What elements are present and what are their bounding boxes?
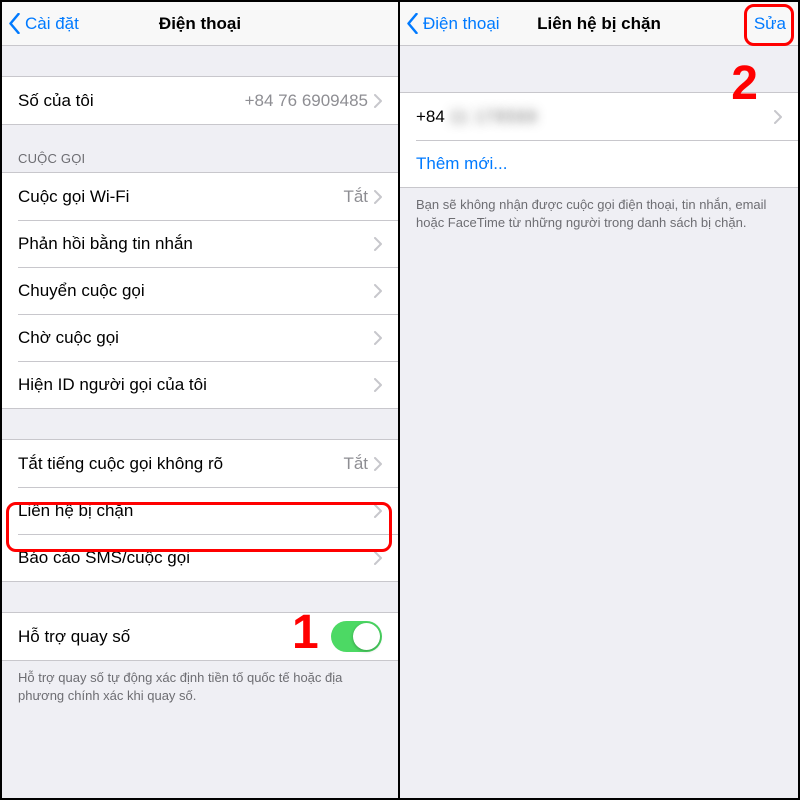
blocked-contacts-screen: Điện thoại Liên hệ bị chặn Sửa +84 11 17… xyxy=(400,2,798,798)
add-new-row[interactable]: Thêm mới... xyxy=(400,140,798,187)
chevron-right-icon xyxy=(374,237,382,251)
step-number-1: 1 xyxy=(292,605,319,660)
chevron-right-icon xyxy=(374,94,382,108)
chevron-right-icon xyxy=(774,110,782,124)
chevron-right-icon xyxy=(374,190,382,204)
call-waiting-row[interactable]: Chờ cuộc gọi xyxy=(2,314,398,361)
chevron-right-icon xyxy=(374,457,382,471)
my-number-row[interactable]: Số của tôi +84 76 6909485 xyxy=(2,77,398,124)
back-label: Điện thoại xyxy=(423,14,500,34)
phone-settings-screen: Cài đặt Điện thoại Số của tôi +84 76 690… xyxy=(2,2,400,798)
wifi-call-row[interactable]: Cuộc gọi Wi-Fi Tắt xyxy=(2,173,398,220)
chevron-right-icon xyxy=(374,504,382,518)
blocked-footnote: Bạn sẽ không nhận được cuộc gọi điện tho… xyxy=(400,188,798,247)
dial-assist-footnote: Hỗ trợ quay số tự động xác định tiền tố … xyxy=(2,661,398,720)
show-caller-id-row[interactable]: Hiện ID người gọi của tôi xyxy=(2,361,398,408)
navbar-right: Điện thoại Liên hệ bị chặn Sửa xyxy=(400,2,798,46)
dial-assist-row: Hỗ trợ quay số xyxy=(2,613,398,660)
sms-call-report-row[interactable]: Báo cáo SMS/cuộc gọi xyxy=(2,534,398,581)
chevron-right-icon xyxy=(374,378,382,392)
back-label: Cài đặt xyxy=(25,14,79,34)
my-number-value: +84 76 6909485 xyxy=(245,91,368,111)
call-forwarding-row[interactable]: Chuyển cuộc gọi xyxy=(2,267,398,314)
blocked-contact-number: +84 11 178568 xyxy=(416,107,774,127)
section-header-calls: CUỘC GỌI xyxy=(2,125,398,172)
navbar-left: Cài đặt Điện thoại xyxy=(2,2,398,46)
chevron-right-icon xyxy=(374,284,382,298)
back-button[interactable]: Điện thoại xyxy=(400,13,500,34)
edit-button[interactable]: Sửa xyxy=(754,14,798,34)
page-title: Liên hệ bị chặn xyxy=(537,14,661,34)
dial-assist-toggle[interactable] xyxy=(331,621,382,652)
chevron-left-icon xyxy=(8,13,21,34)
chevron-left-icon xyxy=(406,13,419,34)
blocked-contacts-row[interactable]: Liên hệ bị chặn xyxy=(2,487,398,534)
respond-with-text-row[interactable]: Phản hồi bằng tin nhắn xyxy=(2,220,398,267)
step-number-2: 2 xyxy=(731,56,758,111)
back-button[interactable]: Cài đặt xyxy=(2,13,79,34)
chevron-right-icon xyxy=(374,331,382,345)
page-title: Điện thoại xyxy=(159,14,241,34)
chevron-right-icon xyxy=(374,551,382,565)
my-number-label: Số của tôi xyxy=(18,91,245,111)
silence-unknown-row[interactable]: Tắt tiếng cuộc gọi không rõ Tắt xyxy=(2,440,398,487)
